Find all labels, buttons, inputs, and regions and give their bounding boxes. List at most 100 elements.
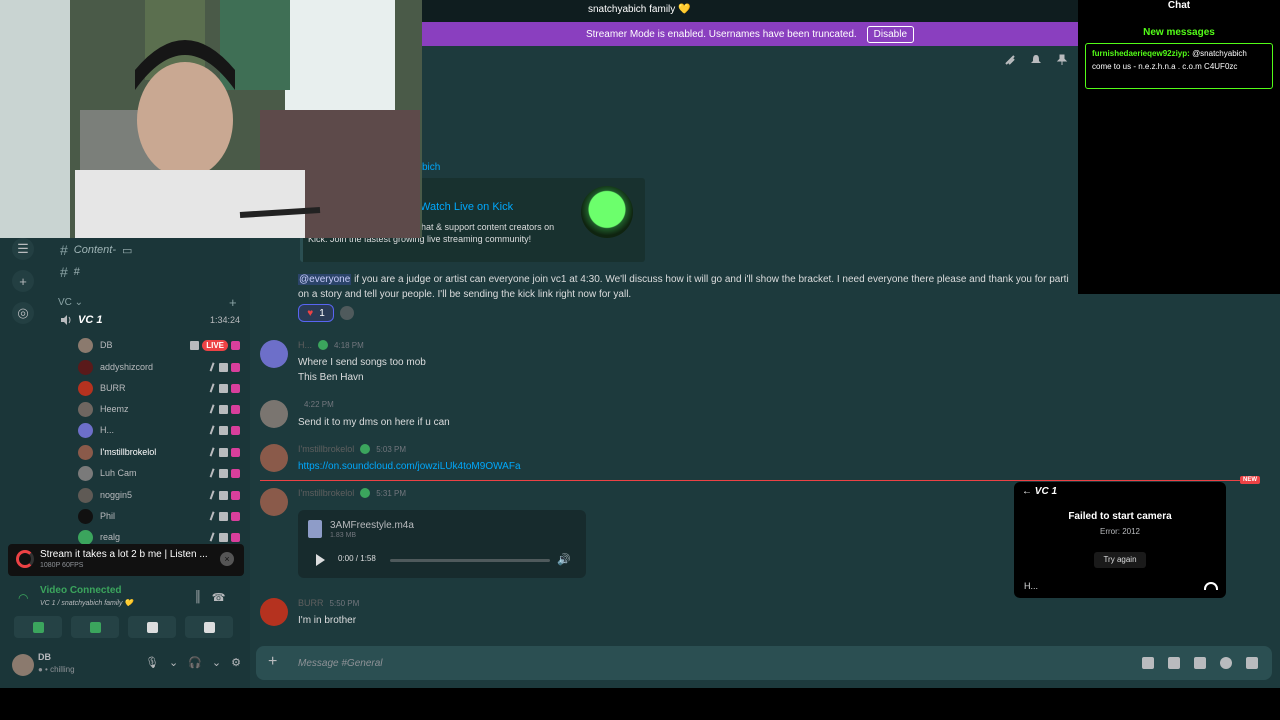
message-author[interactable]: I'mstillbrokelol xyxy=(298,444,354,454)
message-body: I'm in brother xyxy=(298,613,356,628)
disable-streamer-mode-button[interactable]: Disable xyxy=(866,25,915,43)
avatar xyxy=(78,487,93,503)
screen-share-button[interactable] xyxy=(71,616,119,638)
activity-icon xyxy=(231,532,240,542)
channel-unnamed[interactable]: # # xyxy=(60,264,80,280)
bell-icon[interactable] xyxy=(1030,54,1042,66)
embed-provider[interactable]: bich xyxy=(422,162,440,173)
voice-member-name: I'mstillbrokelol xyxy=(100,447,157,457)
vc-category-header[interactable]: VC ⌄ xyxy=(58,297,83,308)
voice-member[interactable]: BURR xyxy=(78,379,240,397)
sticker-icon[interactable] xyxy=(1194,657,1206,669)
add-reaction-icon[interactable] xyxy=(340,306,354,320)
explore-icon[interactable]: ◎ xyxy=(12,302,34,324)
voice-channel-name: VC 1 xyxy=(78,314,103,326)
avatar[interactable] xyxy=(260,488,288,516)
composer-icons xyxy=(1142,657,1258,669)
stream-toast[interactable]: Stream it takes a lot 2 b me | Listen ..… xyxy=(8,544,244,576)
voice-member[interactable]: noggin5 xyxy=(78,486,240,504)
hang-up-icon[interactable] xyxy=(1204,582,1218,590)
muted-icon xyxy=(209,446,218,458)
back-to-vc-button[interactable]: ← VC 1 xyxy=(1022,486,1057,497)
voice-member[interactable]: H... xyxy=(78,421,240,439)
apps-icon[interactable] xyxy=(1246,657,1258,669)
noise-suppression-icon[interactable]: ║ xyxy=(194,591,202,604)
channel-content[interactable]: # Content- ▭ xyxy=(60,242,132,258)
message-author[interactable]: H... xyxy=(298,340,312,350)
new-messages-divider xyxy=(260,480,1256,481)
voice-member[interactable]: addyshizcord xyxy=(78,358,240,376)
camera-icon xyxy=(219,511,228,521)
activities-button[interactable] xyxy=(128,616,176,638)
screen-bottom-bar xyxy=(0,688,1280,720)
member-status-icons xyxy=(209,403,240,415)
avatar[interactable] xyxy=(260,340,288,368)
close-toast-icon[interactable]: × xyxy=(220,552,234,566)
add-attachment-icon[interactable]: + xyxy=(268,653,277,671)
camera-button[interactable] xyxy=(14,616,62,638)
activity-icon xyxy=(231,404,240,414)
gift-icon[interactable] xyxy=(1142,657,1154,669)
message-body: Send it to my dms on here if u can xyxy=(298,415,450,430)
soundboard-button[interactable] xyxy=(185,616,233,638)
voice-channel-vc1[interactable]: VC 1 1:34:24 xyxy=(60,314,240,326)
announcement-text: if you are a judge or artist can everyon… xyxy=(298,274,1069,300)
voice-member[interactable]: Phil xyxy=(78,507,240,525)
kick-thumbnail[interactable] xyxy=(581,186,633,238)
message-author[interactable]: I'mstillbrokelol xyxy=(298,488,354,498)
voice-member[interactable]: Luh Cam xyxy=(78,464,240,482)
avatar xyxy=(78,422,93,438)
try-again-button[interactable]: Try again xyxy=(1094,552,1146,568)
add-server-icon[interactable]: + xyxy=(12,270,34,292)
message-input[interactable] xyxy=(298,653,1098,673)
headphones-icon[interactable]: 🎧 xyxy=(188,656,202,669)
live-badge[interactable]: LIVE xyxy=(202,339,228,351)
voice-member[interactable]: DB LIVE xyxy=(78,336,240,354)
speaker-icon xyxy=(61,315,71,325)
user-status-text: chilling xyxy=(50,665,75,674)
discord-home-icon[interactable]: ☰ xyxy=(12,238,34,260)
emoji-icon[interactable] xyxy=(1220,657,1232,669)
member-status-icons: LIVE xyxy=(190,339,240,351)
message-time: 4:18 PM xyxy=(334,340,364,350)
everyone-mention[interactable]: @everyone xyxy=(298,274,352,285)
new-messages-label: New messages xyxy=(1143,27,1215,38)
avatar[interactable] xyxy=(12,654,34,676)
avatar[interactable] xyxy=(260,400,288,428)
voice-location[interactable]: VC 1 / snatchyabich family 💛 xyxy=(40,599,133,607)
server-name: snatchyabich family xyxy=(588,4,676,15)
headphones-options-icon[interactable]: ⌄ xyxy=(212,656,221,669)
create-channel-icon[interactable]: + xyxy=(229,295,237,310)
threads-icon[interactable] xyxy=(1004,54,1016,66)
mic-options-icon[interactable]: ⌄ xyxy=(169,656,178,669)
avatar xyxy=(78,465,93,481)
gif-icon[interactable] xyxy=(1168,657,1180,669)
voice-member-name: H... xyxy=(100,425,115,435)
avatar[interactable] xyxy=(260,598,288,626)
message-line: Where I send songs too mob xyxy=(298,357,426,368)
new-messages-badge: NEW xyxy=(1240,476,1260,484)
play-icon[interactable] xyxy=(316,554,325,566)
webcam-feed xyxy=(0,0,422,238)
voice-member[interactable]: Heemz xyxy=(78,400,240,418)
voice-member[interactable]: I'mstillbrokelol xyxy=(78,443,240,461)
streaming-icon xyxy=(16,550,34,568)
pin-icon[interactable] xyxy=(1056,54,1068,66)
message-time: 5:50 PM xyxy=(329,598,360,608)
gear-icon[interactable]: ⚙ xyxy=(231,656,241,669)
embed-title[interactable]: Watch Live on Kick xyxy=(420,201,513,213)
heart-reaction[interactable]: ♥ 1 xyxy=(298,304,334,322)
soundcloud-link[interactable]: https://on.soundcloud.com/jowziLUk4toM9O… xyxy=(298,459,521,474)
message-author[interactable]: BURR xyxy=(298,598,324,608)
volume-icon[interactable]: 🔊 xyxy=(557,553,571,566)
mic-icon[interactable]: 🎙 xyxy=(145,656,159,669)
avatar[interactable] xyxy=(260,444,288,472)
activities-icon xyxy=(146,621,158,633)
audio-progress-bar[interactable] xyxy=(390,559,550,562)
vc-popout: ← VC 1 Failed to start camera Error: 201… xyxy=(1014,482,1226,598)
audio-filename[interactable]: 3AMFreestyle.m4a xyxy=(330,520,414,531)
voice-status[interactable]: Video Connected xyxy=(40,585,122,596)
disconnect-icon[interactable]: ☎ xyxy=(212,591,226,604)
vc-participant: H... xyxy=(1024,581,1039,591)
user-name[interactable]: DB xyxy=(38,652,51,662)
